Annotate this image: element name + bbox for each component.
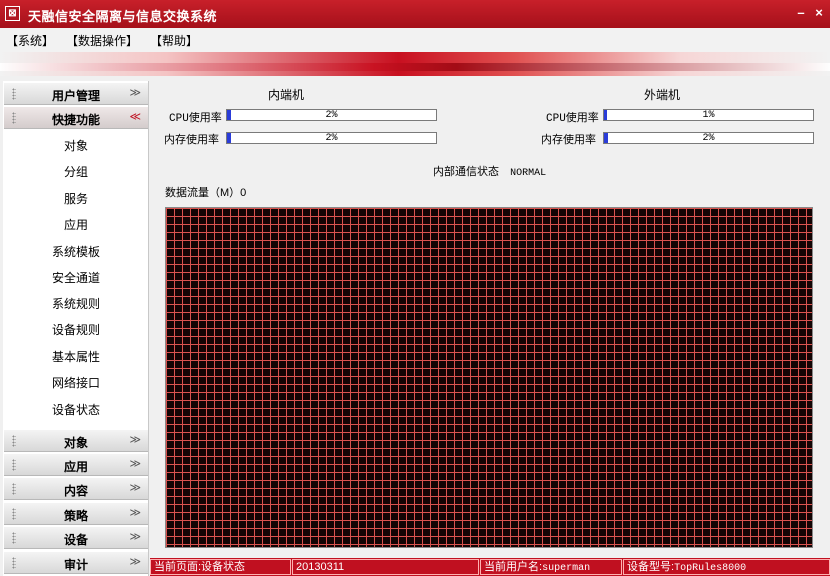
outer-mem-label: 内存使用率 [541,135,596,147]
status-date: 20130311 [292,559,479,575]
section-content[interactable]: 内容 ≫ [4,478,148,500]
status-current-page: 当前页面:设备状态 [150,559,291,575]
chevron-down-icon: ≫ [129,458,141,470]
minimize-button[interactable]: – [793,5,809,21]
section-application[interactable]: 应用 ≫ [4,454,148,476]
outer-cpu-progress: 1% [603,109,814,121]
chevron-up-icon: ≪ [129,111,141,123]
chevron-down-icon: ≫ [129,87,141,99]
inner-cpu-label: CPU使用率 [169,113,222,125]
menu-system[interactable]: 【系统】 [6,32,54,49]
section-object[interactable]: 对象 ≫ [4,430,148,452]
chevron-down-icon: ≫ [129,556,141,568]
progress-text: 1% [702,110,715,121]
section-label: 快捷功能 [51,113,100,127]
device-status-panel: 内端机 外端机 CPU使用率 2% 内存使用率 2% CPU使用率 1% 内存使… [150,81,830,558]
progress-text: 2% [325,110,338,121]
nav-item-device-rules[interactable]: 设备规则 [3,321,149,338]
comm-status-value: NORMAL [510,168,547,179]
status-bar: 当前页面:设备状态 20130311 当前用户名:superman 设备型号:T… [150,558,830,576]
section-label: 对象 [63,436,88,450]
nav-item-service[interactable]: 服务 [3,190,149,207]
app-icon[interactable]: ⊠ [5,6,20,21]
section-label: 审计 [63,558,88,572]
nav-item-device-status[interactable]: 设备状态 [3,401,149,418]
inner-mem-progress: 2% [226,132,437,144]
traffic-chart [165,207,813,548]
progress-text: 2% [325,133,338,144]
menu-bar: 【系统】 【数据操作】 【帮助】 [0,28,830,52]
nav-item-system-template[interactable]: 系统模板 [3,243,149,260]
nav-item-application[interactable]: 应用 [3,216,149,233]
traffic-label: 数据流量（M）0 [165,187,247,199]
section-device[interactable]: 设备 ≫ [4,527,148,549]
nav-item-system-rules[interactable]: 系统规则 [3,295,149,312]
section-label: 设备 [63,533,88,547]
chevron-down-icon: ≫ [129,507,141,519]
status-model-label: 设备型号: [627,561,675,573]
sidebar: 用户管理 ≫ 快捷功能 ≪ 对象 分组 服务 应用 系统模板 安全通道 系统规则… [3,81,149,576]
inner-mem-label: 内存使用率 [164,135,219,147]
chevron-down-icon: ≫ [129,434,141,446]
comm-status: 内部通信状态 NORMAL [433,163,546,179]
nav-item-group[interactable]: 分组 [3,163,149,180]
section-label: 用户管理 [51,89,100,103]
window-title: 天融信安全隔离与信息交换系统 [28,9,218,24]
nav-item-object[interactable]: 对象 [3,137,149,154]
outer-mem-progress: 2% [603,132,814,144]
status-device-model: 设备型号:TopRules8000 [623,559,830,575]
section-label: 内容 [63,484,88,498]
status-user-value: superman [542,563,591,574]
outer-cpu-label: CPU使用率 [546,113,599,125]
section-label: 策略 [63,509,88,523]
chevron-down-icon: ≫ [129,482,141,494]
nav-item-basic-properties[interactable]: 基本属性 [3,348,149,365]
menu-help[interactable]: 【帮助】 [150,32,198,49]
title-bar: ⊠ 天融信安全隔离与信息交换系统 – × [0,0,830,28]
menu-data-operation[interactable]: 【数据操作】 [66,32,138,49]
outer-host-title: 外端机 [644,88,681,102]
close-button[interactable]: × [811,5,827,21]
inner-host-title: 内端机 [268,88,305,102]
decorative-banner [0,52,830,76]
section-label: 应用 [63,460,88,474]
status-current-user: 当前用户名:superman [480,559,622,575]
comm-status-label: 内部通信状态 [433,166,499,178]
chevron-down-icon: ≫ [129,531,141,543]
section-policy[interactable]: 策略 ≫ [4,503,148,525]
status-model-value: TopRules8000 [674,563,747,574]
section-quick-functions[interactable]: 快捷功能 ≪ [4,107,148,129]
progress-text: 2% [702,133,715,144]
inner-cpu-progress: 2% [226,109,437,121]
section-audit[interactable]: 审计 ≫ [4,552,148,574]
section-user-management[interactable]: 用户管理 ≫ [4,83,148,105]
status-user-label: 当前用户名: [484,561,543,573]
nav-item-network-interface[interactable]: 网络接口 [3,374,149,391]
nav-item-secure-channel[interactable]: 安全通道 [3,269,149,286]
